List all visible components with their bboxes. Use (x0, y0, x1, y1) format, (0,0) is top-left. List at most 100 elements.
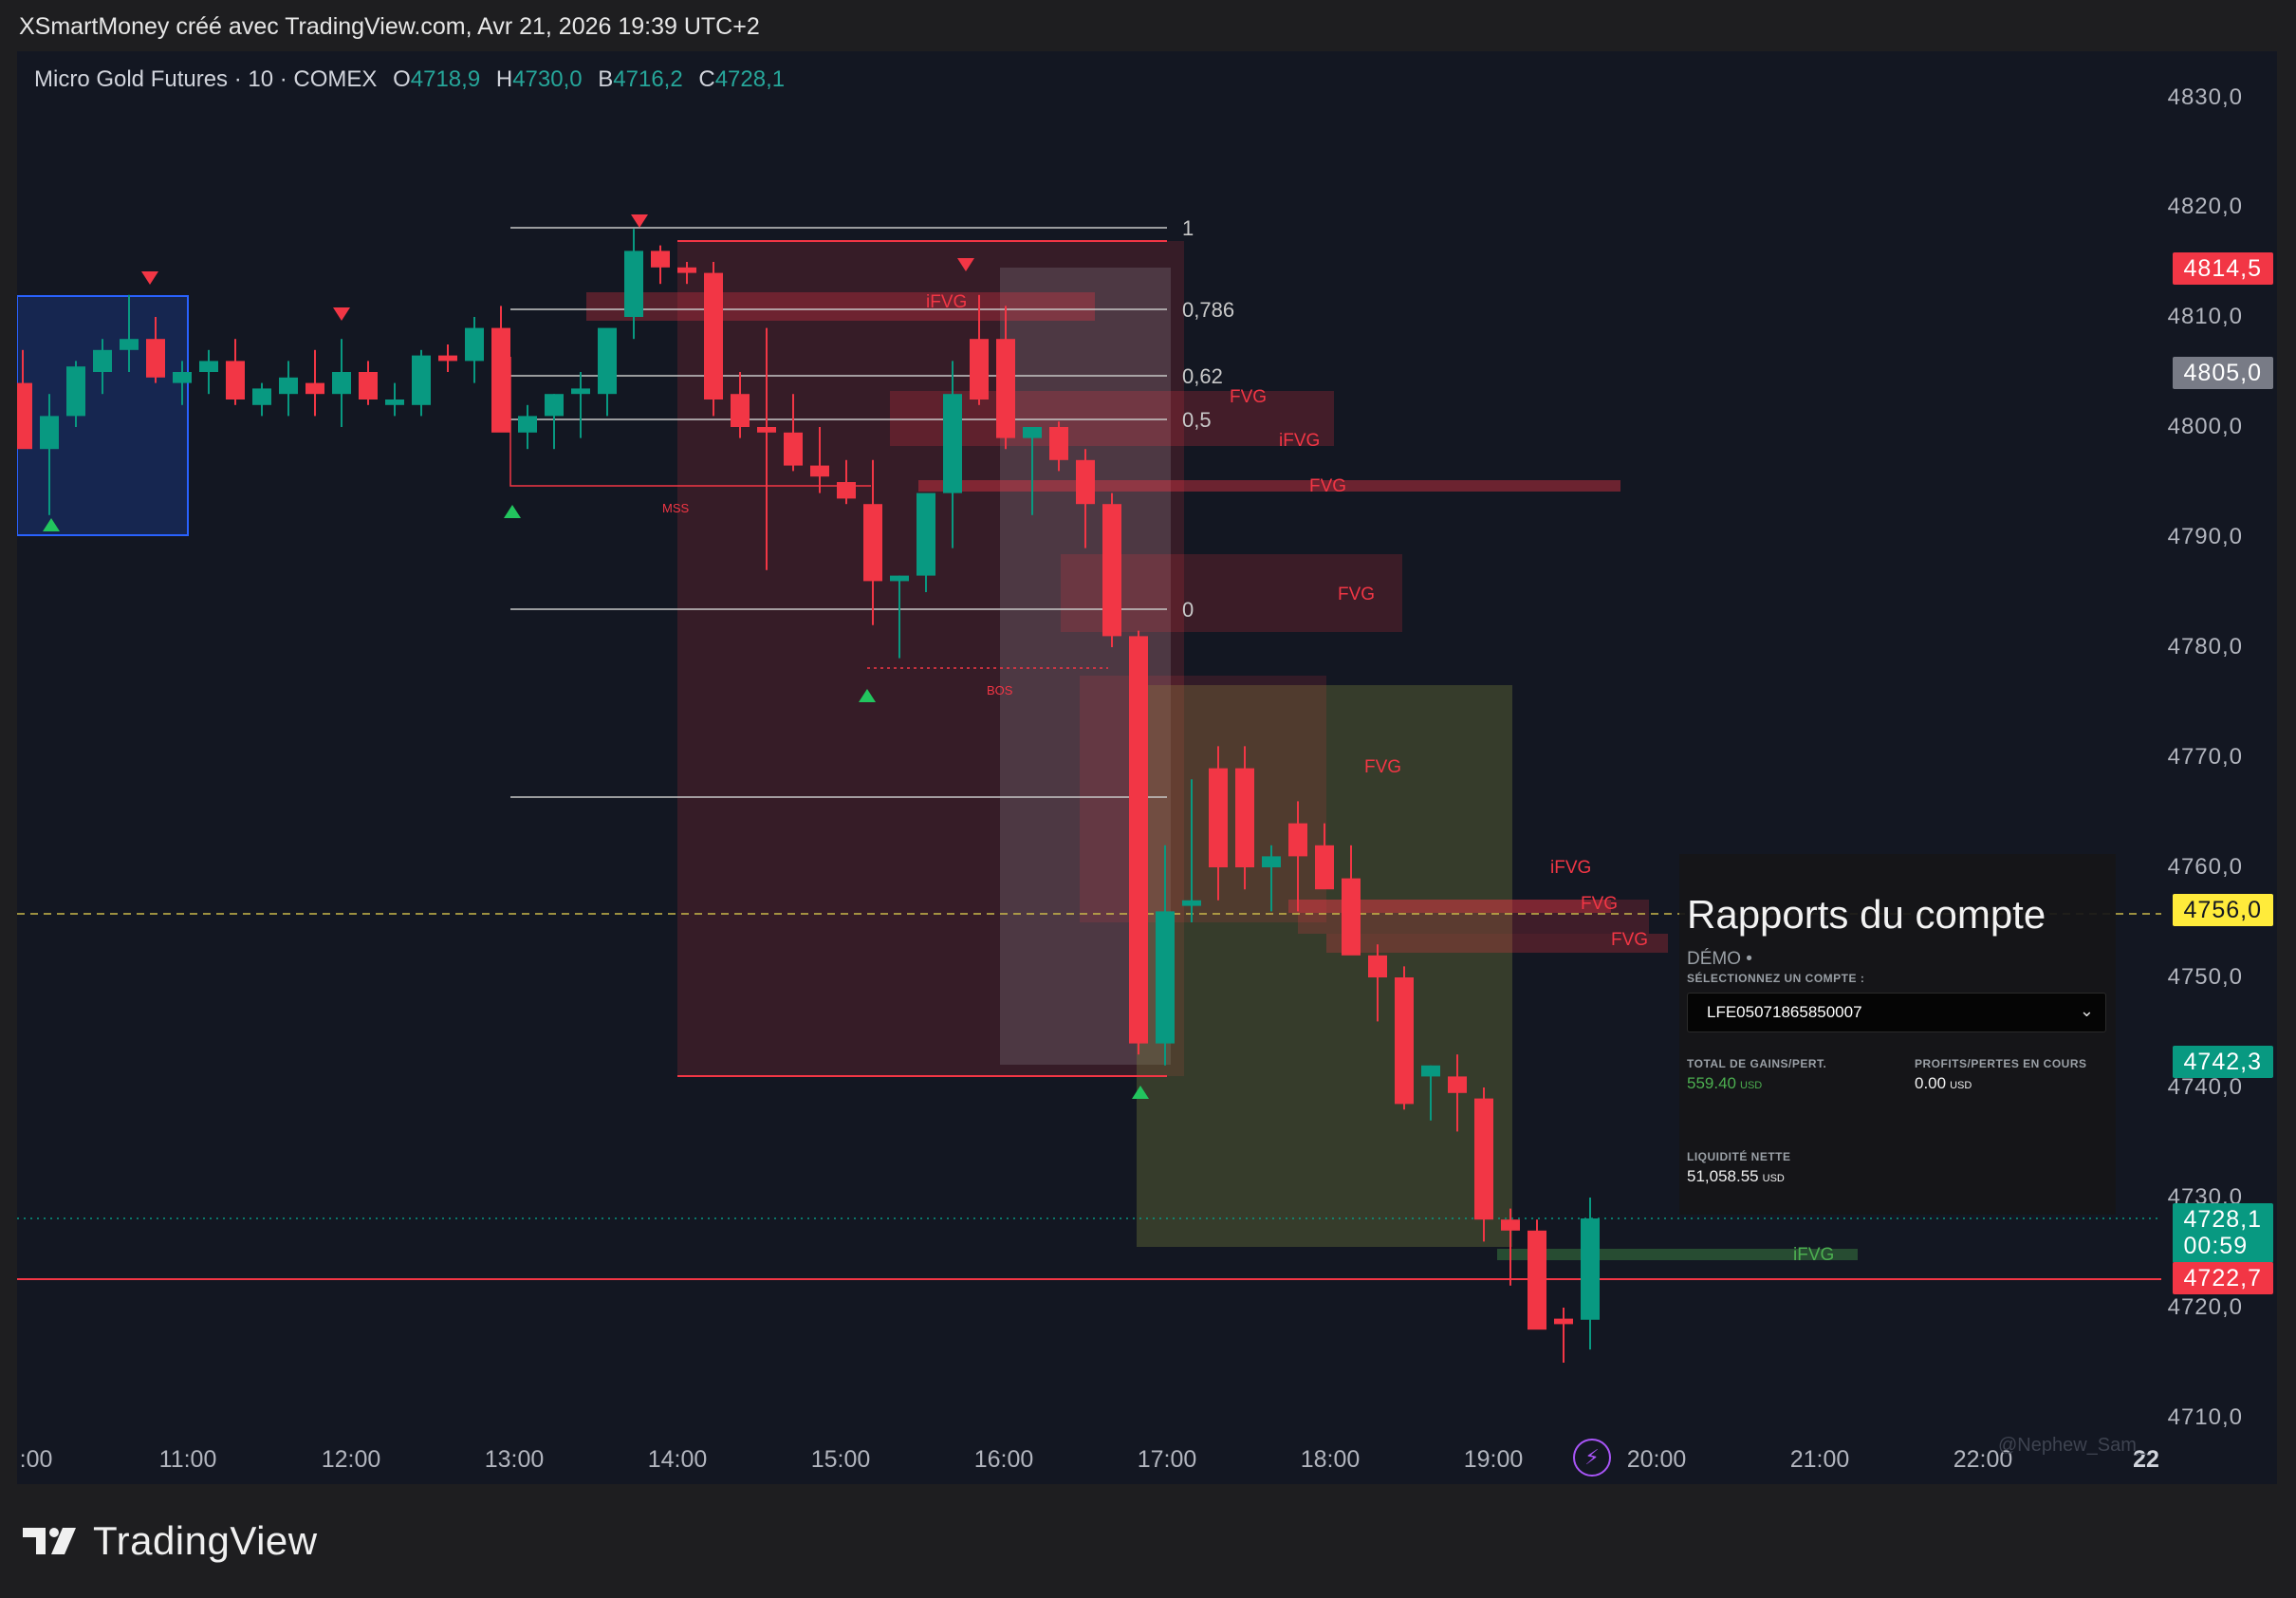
y-tick: 4760,0 (2167, 854, 2243, 880)
x-tick: 12:00 (321, 1446, 381, 1473)
low-label: B (598, 66, 614, 92)
candle-body (359, 372, 378, 400)
candle-body (1448, 1076, 1467, 1093)
fvg-label: FVG (1581, 894, 1618, 914)
candle-body (1182, 900, 1201, 906)
ifvg-label: iFVG (1279, 431, 1320, 451)
open-label: O (393, 66, 411, 92)
candle-body (66, 366, 85, 417)
candle-body (1235, 768, 1254, 867)
y-tick: 4800,0 (2167, 414, 2243, 439)
x-tick: 11:00 (158, 1446, 217, 1473)
x-tick: 17:00 (1137, 1446, 1197, 1473)
fvg-zone (1080, 676, 1326, 922)
candle-body (863, 504, 882, 582)
candle-body (199, 361, 218, 372)
candle-body (1049, 427, 1068, 460)
candle-body (40, 416, 59, 450)
candle-body (784, 432, 803, 466)
fvg-zone (918, 480, 1620, 492)
candle-body (412, 355, 431, 405)
fib-label: 0,786 (1182, 298, 1234, 322)
price-label-dashed-level: 4756,0 (2172, 894, 2273, 926)
net-liquidity-amount: 51,058.55 (1687, 1167, 1759, 1185)
fib-label: 0,5 (1182, 408, 1212, 432)
author-watermark: @Nephew_Sam_ (1998, 1435, 2148, 1456)
brand-name: TradingView (93, 1518, 318, 1563)
y-tick: 4720,0 (2167, 1294, 2243, 1320)
high-label: H (495, 66, 513, 92)
swing-high-marker (141, 271, 158, 285)
chart-area[interactable]: 1 0,786 0,62 0,5 0 iFVG FVG iFVG FVG FVG FVG iFVG FV… (17, 51, 2277, 1484)
candle-body (1129, 636, 1148, 1044)
close-label: C (698, 66, 715, 92)
candle-body (598, 327, 617, 395)
panel-title: Rapports du compte (1687, 892, 2046, 937)
y-tick: 4750,0 (2167, 964, 2243, 990)
candle-body (146, 339, 165, 378)
candle-body (279, 377, 298, 395)
candle-body (173, 372, 192, 383)
candle-body (1554, 1318, 1573, 1325)
candle-body (837, 482, 856, 499)
candle-body (518, 416, 537, 433)
chevron-down-icon: ⌄ (2079, 1001, 2094, 1020)
price-label-green: 4742,3 (2172, 1046, 2273, 1078)
open-pl-value: 0.00 USD (1915, 1074, 1972, 1093)
tradingview-logo-icon (23, 1528, 76, 1554)
candle-body (306, 382, 324, 395)
candle-body (93, 349, 112, 372)
chart-header: XSmartMoney créé avec TradingView.com, A… (19, 13, 760, 40)
fib-label: 0 (1182, 598, 1194, 622)
ifvg-label: iFVG (1550, 858, 1591, 878)
account-select[interactable]: LFE05071865850007 ⌄ (1687, 993, 2106, 1032)
price-label-high: 4814,5 (2172, 252, 2273, 285)
y-tick: 4830,0 (2167, 84, 2243, 110)
account-report-panel: Rapports du compte DÉMO • SÉLECTIONNEZ U… (1679, 854, 2116, 1215)
last-price-value: 4728,1 (2183, 1206, 2262, 1233)
candle-body (1342, 878, 1361, 956)
bos-label: BOS (987, 683, 1013, 697)
high-value: 4730,0 (512, 66, 583, 92)
ifvg-label: iFVG (926, 292, 967, 312)
fvg-label: FVG (1611, 930, 1648, 950)
last-price-label: 4728,1 00:59 (2172, 1203, 2273, 1263)
candle-body (651, 251, 670, 268)
candle-body (120, 339, 139, 350)
candle-body (1528, 1230, 1546, 1330)
candle-body (1209, 768, 1228, 867)
fvg-label: FVG (1309, 476, 1346, 496)
candle-body (624, 251, 643, 317)
candle-body (332, 372, 351, 395)
x-tick: 21:00 (1789, 1446, 1850, 1473)
currency-label: USD (1950, 1080, 1972, 1091)
x-tick: 16:00 (973, 1446, 1034, 1473)
y-tick: 4710,0 (2167, 1404, 2243, 1430)
candle-body (1076, 459, 1095, 505)
candle-body (571, 388, 590, 395)
x-tick: :00 (19, 1446, 53, 1473)
candle-body (226, 361, 245, 400)
candle-body (1581, 1218, 1600, 1320)
y-tick: 4810,0 (2167, 304, 2243, 329)
price-label-red-line: 4722,7 (2172, 1262, 2273, 1294)
price-chart[interactable]: 1 0,786 0,62 0,5 0 iFVG FVG iFVG FVG FVG FVG iFVG FV… (17, 51, 2277, 1484)
symbol-legend: Micro Gold Futures · 10 · COMEX O4718,9 … (34, 66, 785, 93)
open-value: 4718,9 (410, 66, 481, 92)
x-tick: 20:00 (1626, 1446, 1687, 1473)
candle-body (757, 427, 776, 433)
x-tick: 13:00 (484, 1446, 545, 1473)
candle-body (465, 327, 484, 362)
account-mode: DÉMO • (1687, 949, 1752, 969)
currency-label: USD (1762, 1173, 1785, 1184)
total-pl-label: TOTAL DE GAINS/PERT. (1687, 1057, 1827, 1070)
lightning-icon[interactable]: ⚡ (1573, 1439, 1611, 1477)
candle-body (438, 355, 457, 362)
net-liquidity-value: 51,058.55 USD (1687, 1167, 1785, 1186)
low-value: 4716,2 (613, 66, 683, 92)
y-tick: 4740,0 (2167, 1074, 2243, 1100)
net-liquidity-label: LIQUIDITÉ NETTE (1687, 1150, 1791, 1163)
mss-label: MSS (662, 501, 690, 515)
tradingview-logo[interactable]: TradingView (21, 1518, 318, 1564)
swing-high-marker (631, 214, 648, 228)
